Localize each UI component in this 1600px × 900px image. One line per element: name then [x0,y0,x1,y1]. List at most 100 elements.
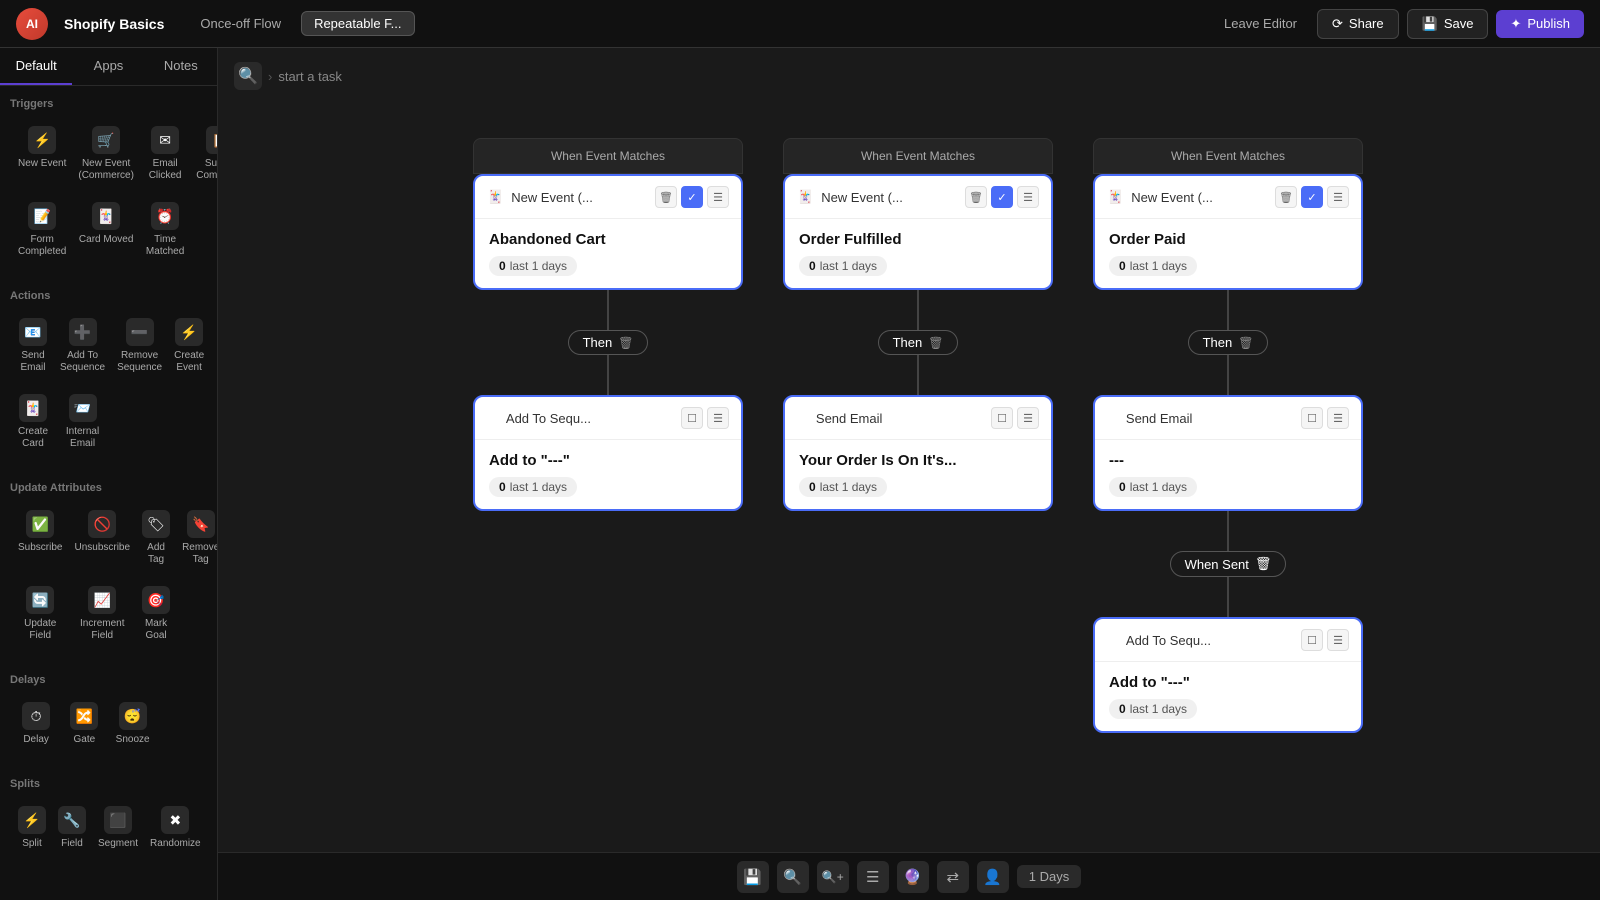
splits-title: Splits [10,778,207,790]
sidebar-item-create-event[interactable]: ⚡Create Event [170,310,208,382]
delay-icon: ⏱ [22,702,50,730]
breadcrumb-search-icon[interactable]: 🔍 [234,62,262,90]
sidebar-item-survey-completed[interactable]: 📋Survey Completed [192,118,218,190]
action-node-1-menu[interactable]: ☰ [707,407,729,429]
sidebar-item-randomize[interactable]: ✖Randomize [146,798,205,858]
action-node-2-header: ✈ Send Email ☐ ☰ [785,397,1051,440]
toolbar-save-btn[interactable]: 💾 [737,861,769,893]
toolbar-zoom-out-btn[interactable]: 🔍 [777,861,809,893]
toolbar-list-btn[interactable]: ☰ [857,861,889,893]
trigger-node-3-body: Order Paid 0last 1 days [1095,219,1361,288]
sidebar-item-time-matched[interactable]: ⏰Time Matched [142,194,188,266]
leave-editor-button[interactable]: Leave Editor [1212,10,1309,37]
delays-section: Delays ⏱Delay 🔀Gate 😴Snooze [0,662,217,766]
trigger-node-2[interactable]: 🃏 New Event (... 🗑 ✓ ☰ Order Fulfilled [783,174,1053,290]
action-node-3-event-name: --- [1109,452,1347,469]
canvas[interactable]: 🔍 › start a task When Event Matches 🃏 Ne… [218,48,1600,900]
sidebar-item-snooze[interactable]: 😴Snooze [111,694,155,754]
share-button[interactable]: ⟳ Share [1317,9,1399,39]
sidebar-item-subscribe[interactable]: ✅Subscribe [14,502,66,574]
sidebar-item-update-field[interactable]: 🔄Update Field [14,578,66,650]
trigger-node-3-menu[interactable]: ☰ [1327,186,1349,208]
action-node-3-menu[interactable]: ☰ [1327,407,1349,429]
sidebar-item-add-tag[interactable]: 🏷Add Tag [138,502,174,574]
tab-once-off-flow[interactable]: Once-off Flow [188,11,293,36]
action-node-2-body: Your Order Is On It's... 0last 1 days [785,440,1051,509]
sidebar-item-create-card[interactable]: 🃏Create Card [14,386,52,458]
sidebar-item-new-event[interactable]: ⚡New Event [14,118,70,190]
sub-action-node-3[interactable]: ➡ Add To Sequ... ☐ ☰ Add to "---" 0last … [1093,617,1363,733]
sidebar-item-gate[interactable]: 🔀Gate [62,694,106,754]
then-trash-3[interactable]: 🗑 [1238,336,1253,350]
sidebar-item-increment-field[interactable]: 📈Increment Field [70,578,134,650]
then-trash-1[interactable]: 🗑 [618,336,633,350]
sidebar-item-split[interactable]: ⚡Split [14,798,50,858]
sub-action-node-3-actions: ☐ ☰ [1301,629,1349,651]
sidebar-item-email-clicked[interactable]: ✉Email Clicked [142,118,188,190]
splits-section: Splits ⚡Split 🔧Field ⬛Segment ✖Randomize [0,766,217,870]
sidebar-tab-apps[interactable]: Apps [72,48,144,85]
sidebar-item-mark-goal[interactable]: 🎯Mark Goal [138,578,174,650]
sidebar-item-field[interactable]: 🔧Field [54,798,90,858]
then-badge-1: Then 🗑 [568,330,649,355]
action-node-1[interactable]: ➡ Add To Sequ... ☐ ☰ Add to "---" 0last … [473,395,743,511]
trigger-node-3-check[interactable]: ✓ [1301,186,1323,208]
trigger-node-3-event-name: Order Paid [1109,231,1347,248]
bottom-toolbar: 💾 🔍 🔍+ ☰ 🔮 ⇄ 👤 1 Days [218,852,1600,900]
sub-action-node-3-check[interactable]: ☐ [1301,629,1323,651]
trigger-node-1-check[interactable]: ✓ [681,186,703,208]
app-title: Shopify Basics [64,16,164,32]
sidebar-item-segment[interactable]: ⬛Segment [94,798,142,858]
action-node-1-actions: ☐ ☰ [681,407,729,429]
trigger-node-2-trash[interactable]: 🗑 [965,186,987,208]
add-tag-icon: 🏷 [142,510,170,538]
action-node-3[interactable]: ✈ Send Email ☐ ☰ --- 0last 1 days [1093,395,1363,511]
trigger-node-1-trash[interactable]: 🗑 [655,186,677,208]
actions-section: Actions 📧Send Email ➕Add To Sequence ➖Re… [0,278,217,470]
connector-3: Then 🗑 [1188,290,1269,395]
trigger-node-1-menu[interactable]: ☰ [707,186,729,208]
survey-completed-icon: 📋 [206,126,218,154]
sidebar-item-remove-sequence[interactable]: ➖Remove Sequence [113,310,166,382]
sidebar-tab-notes[interactable]: Notes [145,48,217,85]
trigger-node-3-trash[interactable]: 🗑 [1275,186,1297,208]
sidebar-item-form-completed[interactable]: 📝Form Completed [14,194,70,266]
action-node-3-check[interactable]: ☐ [1301,407,1323,429]
trigger-node-2-type-icon: 🃏 [797,189,813,205]
sidebar-item-add-to-sequence[interactable]: ➕Add To Sequence [56,310,109,382]
action-node-2-stat: 0last 1 days [799,477,887,497]
action-node-2[interactable]: ✈ Send Email ☐ ☰ Your Order Is On It's..… [783,395,1053,511]
sidebar-item-new-event-commerce[interactable]: 🛒New Event (Commerce) [74,118,138,190]
action-node-1-check[interactable]: ☐ [681,407,703,429]
trigger-node-3[interactable]: 🃏 New Event (... 🗑 ✓ ☰ Order Paid [1093,174,1363,290]
trigger-node-2-menu[interactable]: ☰ [1017,186,1039,208]
publish-button[interactable]: ✦ Publish [1496,10,1584,38]
when-sent-trash[interactable]: 🗑 [1255,556,1272,572]
sub-action-node-3-menu[interactable]: ☰ [1327,629,1349,651]
sidebar-item-delay[interactable]: ⏱Delay [14,694,58,754]
toolbar-magic-btn[interactable]: 🔮 [897,861,929,893]
flow-columns: When Event Matches 🃏 New Event (... 🗑 ✓ … [238,138,1598,733]
sidebar-item-internal-email[interactable]: 📨Internal Email [56,386,109,458]
tab-repeatable-flow[interactable]: Repeatable F... [301,11,414,36]
action-node-2-type-icon: ✈ [797,410,808,426]
toolbar-zoom-in-btn[interactable]: 🔍+ [817,861,849,893]
then-trash-2[interactable]: 🗑 [928,336,943,350]
toolbar-person-btn[interactable]: 👤 [977,861,1009,893]
sidebar-item-card-moved[interactable]: 🃏Card Moved [74,194,138,266]
action-node-2-check[interactable]: ☐ [991,407,1013,429]
action-node-2-menu[interactable]: ☰ [1017,407,1039,429]
sidebar-item-unsubscribe[interactable]: 🚫Unsubscribe [70,502,134,574]
toolbar-split-btn[interactable]: ⇄ [937,861,969,893]
app-logo: AI [16,8,48,40]
event-header-2: When Event Matches [783,138,1053,174]
sidebar-tab-default[interactable]: Default [0,48,72,85]
sidebar-item-send-email[interactable]: 📧Send Email [14,310,52,382]
connector-line-2 [917,290,919,330]
event-header-3: When Event Matches [1093,138,1363,174]
save-button[interactable]: 💾 Save [1407,9,1489,39]
trigger-node-1[interactable]: 🃏 New Event (... 🗑 ✓ ☰ Abandoned Cart [473,174,743,290]
flow-area[interactable]: When Event Matches 🃏 New Event (... 🗑 ✓ … [218,98,1600,850]
trigger-node-2-check[interactable]: ✓ [991,186,1013,208]
sidebar-item-remove-tag[interactable]: 🔖Remove Tag [178,502,218,574]
